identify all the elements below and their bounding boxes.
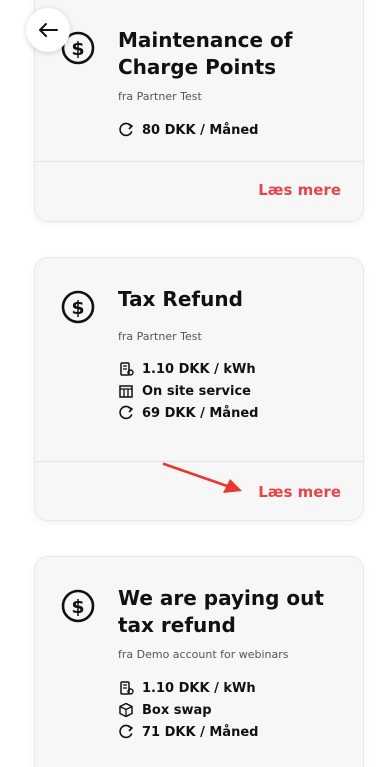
- coin-dollar-icon: $: [61, 290, 95, 324]
- recurring-fee-icon: [119, 405, 133, 420]
- read-more-link[interactable]: Læs mere: [258, 181, 341, 199]
- coin-dollar-icon: $: [61, 589, 95, 623]
- annotation-arrow-icon: [162, 462, 242, 493]
- recurring-fee-icon: [119, 122, 133, 137]
- card-provider: fra Demo account for webinars: [118, 648, 289, 661]
- electricity-meter-icon: [120, 681, 134, 695]
- feature-monthly-fee: 69 DKK / Måned: [118, 402, 349, 424]
- card-title: We are paying out tax refund: [118, 586, 324, 637]
- box-icon: [119, 702, 133, 718]
- feature-monthly-fee: 71 DKK / Måned: [118, 721, 349, 743]
- read-more-link[interactable]: Læs mere: [258, 483, 341, 501]
- feature-price-per-kwh: 1.10 DKK / kWh: [118, 677, 349, 699]
- arrow-left-icon: [39, 23, 58, 37]
- svg-text:$: $: [71, 297, 84, 319]
- store-icon: [119, 385, 133, 398]
- card-provider: fra Partner Test: [118, 330, 202, 343]
- card-title: Maintenance of Charge Points: [118, 28, 293, 79]
- electricity-meter-icon: [120, 362, 134, 376]
- card-title: Tax Refund: [118, 287, 243, 311]
- feature-box-swap: Box swap: [118, 699, 349, 721]
- feature-price-per-kwh: 1.10 DKK / kWh: [118, 358, 349, 380]
- feature-monthly-fee: 80 DKK / Måned: [118, 119, 349, 141]
- back-button[interactable]: [26, 8, 70, 52]
- feature-on-site-service: On site service: [118, 380, 349, 402]
- service-card[interactable]: $ Maintenance of Charge Points fra Partne…: [34, 0, 364, 222]
- card-provider: fra Partner Test: [118, 90, 202, 103]
- recurring-fee-icon: [119, 724, 133, 739]
- svg-text:$: $: [71, 596, 84, 618]
- svg-text:$: $: [71, 38, 84, 60]
- service-card[interactable]: $ We are paying out tax refund fra Demo a…: [34, 556, 364, 767]
